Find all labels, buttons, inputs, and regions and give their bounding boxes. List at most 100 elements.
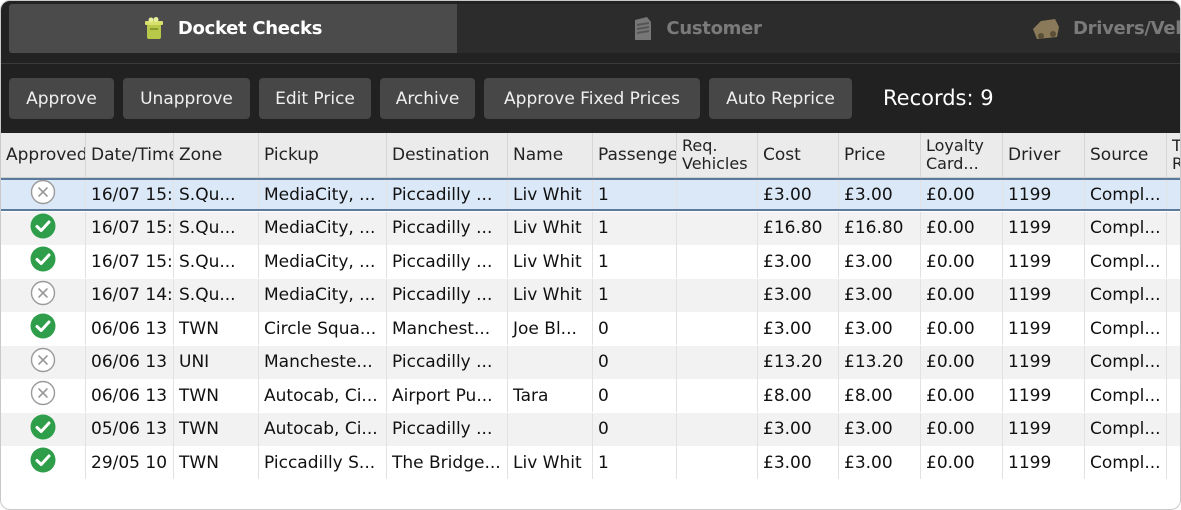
pickup-cell[interactable]: MediaCity, ... bbox=[259, 211, 387, 245]
passengers-cell[interactable]: 1 bbox=[593, 278, 677, 312]
destination-cell[interactable]: The Bridge... bbox=[387, 446, 508, 479]
datetime-cell[interactable]: 06/06 13 bbox=[86, 345, 174, 379]
col-header-destination[interactable]: Destination bbox=[387, 133, 508, 178]
destination-cell[interactable]: Piccadilly ... bbox=[387, 180, 508, 209]
driver-cell[interactable]: 1199 bbox=[1003, 211, 1085, 245]
loyalty-cell[interactable]: £0.00 bbox=[921, 180, 1003, 209]
zone-cell[interactable]: UNI bbox=[174, 345, 259, 379]
zone-cell[interactable]: TWN bbox=[174, 412, 259, 446]
passengers-cell[interactable]: 0 bbox=[593, 379, 677, 412]
approve-button[interactable]: Approve bbox=[9, 78, 114, 119]
zone-cell[interactable]: S.Qu... bbox=[174, 245, 259, 278]
pickup-cell[interactable]: Autocab, Ci... bbox=[259, 412, 387, 446]
loyalty-cell[interactable]: £0.00 bbox=[921, 345, 1003, 379]
destination-cell[interactable]: Manchest... bbox=[387, 312, 508, 345]
passengers-cell[interactable]: 0 bbox=[593, 412, 677, 446]
name-cell[interactable]: Liv Whit bbox=[508, 245, 593, 278]
approved-check-icon[interactable] bbox=[30, 313, 56, 344]
zone-cell[interactable]: S.Qu... bbox=[174, 211, 259, 245]
zone-cell[interactable]: TWN bbox=[174, 446, 259, 479]
datetime-cell[interactable]: 06/06 13 bbox=[86, 379, 174, 412]
zone-cell[interactable]: S.Qu... bbox=[174, 278, 259, 312]
driver-cell[interactable]: 1199 bbox=[1003, 278, 1085, 312]
source-cell[interactable]: Compl... bbox=[1085, 379, 1167, 412]
zone-cell[interactable]: TWN bbox=[174, 379, 259, 412]
approved-cell[interactable] bbox=[1, 379, 86, 412]
approved-check-icon[interactable] bbox=[30, 213, 56, 244]
col-header-pickup[interactable]: Pickup bbox=[259, 133, 387, 178]
table-row[interactable]: 06/06 13 TWN Autocab, Ci... Airport Pu... Ta… bbox=[1, 379, 1180, 412]
destination-cell[interactable]: Piccadilly ... bbox=[387, 412, 508, 446]
approve-fixed-prices-button[interactable]: Approve Fixed Prices bbox=[484, 78, 700, 119]
table-row[interactable]: 06/06 13 TWN Circle Squa... Manchest... Joe … bbox=[1, 312, 1180, 345]
cost-cell[interactable]: £3.00 bbox=[758, 412, 839, 446]
destination-cell[interactable]: Airport Pu... bbox=[387, 379, 508, 412]
loyalty-cell[interactable]: £0.00 bbox=[921, 379, 1003, 412]
price-cell[interactable]: £3.00 bbox=[839, 446, 921, 479]
driver-cell[interactable]: 1199 bbox=[1003, 245, 1085, 278]
table-row[interactable]: 29/05 10 TWN Piccadilly S... The Bridge... L… bbox=[1, 446, 1180, 479]
source-cell[interactable]: Compl... bbox=[1085, 180, 1167, 209]
name-cell[interactable]: Joe Bl... bbox=[508, 312, 593, 345]
loyalty-cell[interactable]: £0.00 bbox=[921, 312, 1003, 345]
driver-cell[interactable]: 1199 bbox=[1003, 180, 1085, 209]
pickup-cell[interactable]: MediaCity, ... bbox=[259, 180, 387, 209]
approved-cell[interactable] bbox=[1, 446, 86, 479]
approved-check-icon[interactable] bbox=[30, 447, 56, 478]
source-cell[interactable]: Compl... bbox=[1085, 278, 1167, 312]
req-cell[interactable] bbox=[677, 379, 758, 412]
unapproved-x-icon[interactable] bbox=[30, 280, 56, 311]
col-header-req-vehicles[interactable]: Req. Vehicles bbox=[677, 133, 758, 178]
tab-docket-checks[interactable]: Docket Checks bbox=[9, 4, 457, 53]
req-cell[interactable] bbox=[677, 345, 758, 379]
pickup-cell[interactable]: MediaCity, ... bbox=[259, 245, 387, 278]
req-cell[interactable] bbox=[677, 312, 758, 345]
col-header-approved[interactable]: Approved bbox=[1, 133, 86, 178]
pickup-cell[interactable]: Mancheste... bbox=[259, 345, 387, 379]
cost-cell[interactable]: £3.00 bbox=[758, 446, 839, 479]
name-cell[interactable] bbox=[508, 412, 593, 446]
col-header-price[interactable]: Price bbox=[839, 133, 921, 178]
approved-cell[interactable] bbox=[1, 278, 86, 312]
req-cell[interactable] bbox=[677, 446, 758, 479]
datetime-cell[interactable]: 29/05 10 bbox=[86, 446, 174, 479]
passengers-cell[interactable]: 1 bbox=[593, 245, 677, 278]
col-header-name[interactable]: Name bbox=[508, 133, 593, 178]
price-cell[interactable]: £3.00 bbox=[839, 180, 921, 209]
approved-cell[interactable] bbox=[1, 245, 86, 278]
req-cell[interactable] bbox=[677, 180, 758, 209]
source-cell[interactable]: Compl... bbox=[1085, 345, 1167, 379]
approved-cell[interactable] bbox=[1, 211, 86, 245]
name-cell[interactable]: Liv Whit bbox=[508, 446, 593, 479]
name-cell[interactable] bbox=[508, 345, 593, 379]
col-header-source[interactable]: Source bbox=[1085, 133, 1167, 178]
source-cell[interactable]: Compl... bbox=[1085, 245, 1167, 278]
archive-button[interactable]: Archive bbox=[380, 78, 475, 119]
destination-cell[interactable]: Piccadilly ... bbox=[387, 245, 508, 278]
passengers-cell[interactable]: 1 bbox=[593, 446, 677, 479]
req-cell[interactable] bbox=[677, 412, 758, 446]
loyalty-cell[interactable]: £0.00 bbox=[921, 412, 1003, 446]
zone-cell[interactable]: TWN bbox=[174, 312, 259, 345]
unapproved-x-icon[interactable] bbox=[30, 347, 56, 378]
cost-cell[interactable]: £3.00 bbox=[758, 180, 839, 209]
zone-cell[interactable]: S.Qu... bbox=[174, 180, 259, 209]
col-header-passengers[interactable]: Passengers bbox=[593, 133, 677, 178]
price-cell[interactable]: £3.00 bbox=[839, 278, 921, 312]
passengers-cell[interactable]: 1 bbox=[593, 211, 677, 245]
auto-reprice-button[interactable]: Auto Reprice bbox=[709, 78, 852, 119]
datetime-cell[interactable]: 05/06 13 bbox=[86, 412, 174, 446]
passengers-cell[interactable]: 0 bbox=[593, 345, 677, 379]
unapprove-button[interactable]: Unapprove bbox=[123, 78, 250, 119]
name-cell[interactable]: Liv Whit bbox=[508, 180, 593, 209]
passengers-cell[interactable]: 0 bbox=[593, 312, 677, 345]
approved-cell[interactable] bbox=[1, 345, 86, 379]
cost-cell[interactable]: £16.80 bbox=[758, 211, 839, 245]
cost-cell[interactable]: £13.20 bbox=[758, 345, 839, 379]
approved-check-icon[interactable] bbox=[30, 414, 56, 445]
loyalty-cell[interactable]: £0.00 bbox=[921, 278, 1003, 312]
table-row[interactable]: 16/07 15:4S.Qu...MediaCity, ...Piccadill… bbox=[1, 178, 1180, 211]
req-cell[interactable] bbox=[677, 211, 758, 245]
approved-cell[interactable] bbox=[1, 412, 86, 446]
price-cell[interactable]: £3.00 bbox=[839, 245, 921, 278]
